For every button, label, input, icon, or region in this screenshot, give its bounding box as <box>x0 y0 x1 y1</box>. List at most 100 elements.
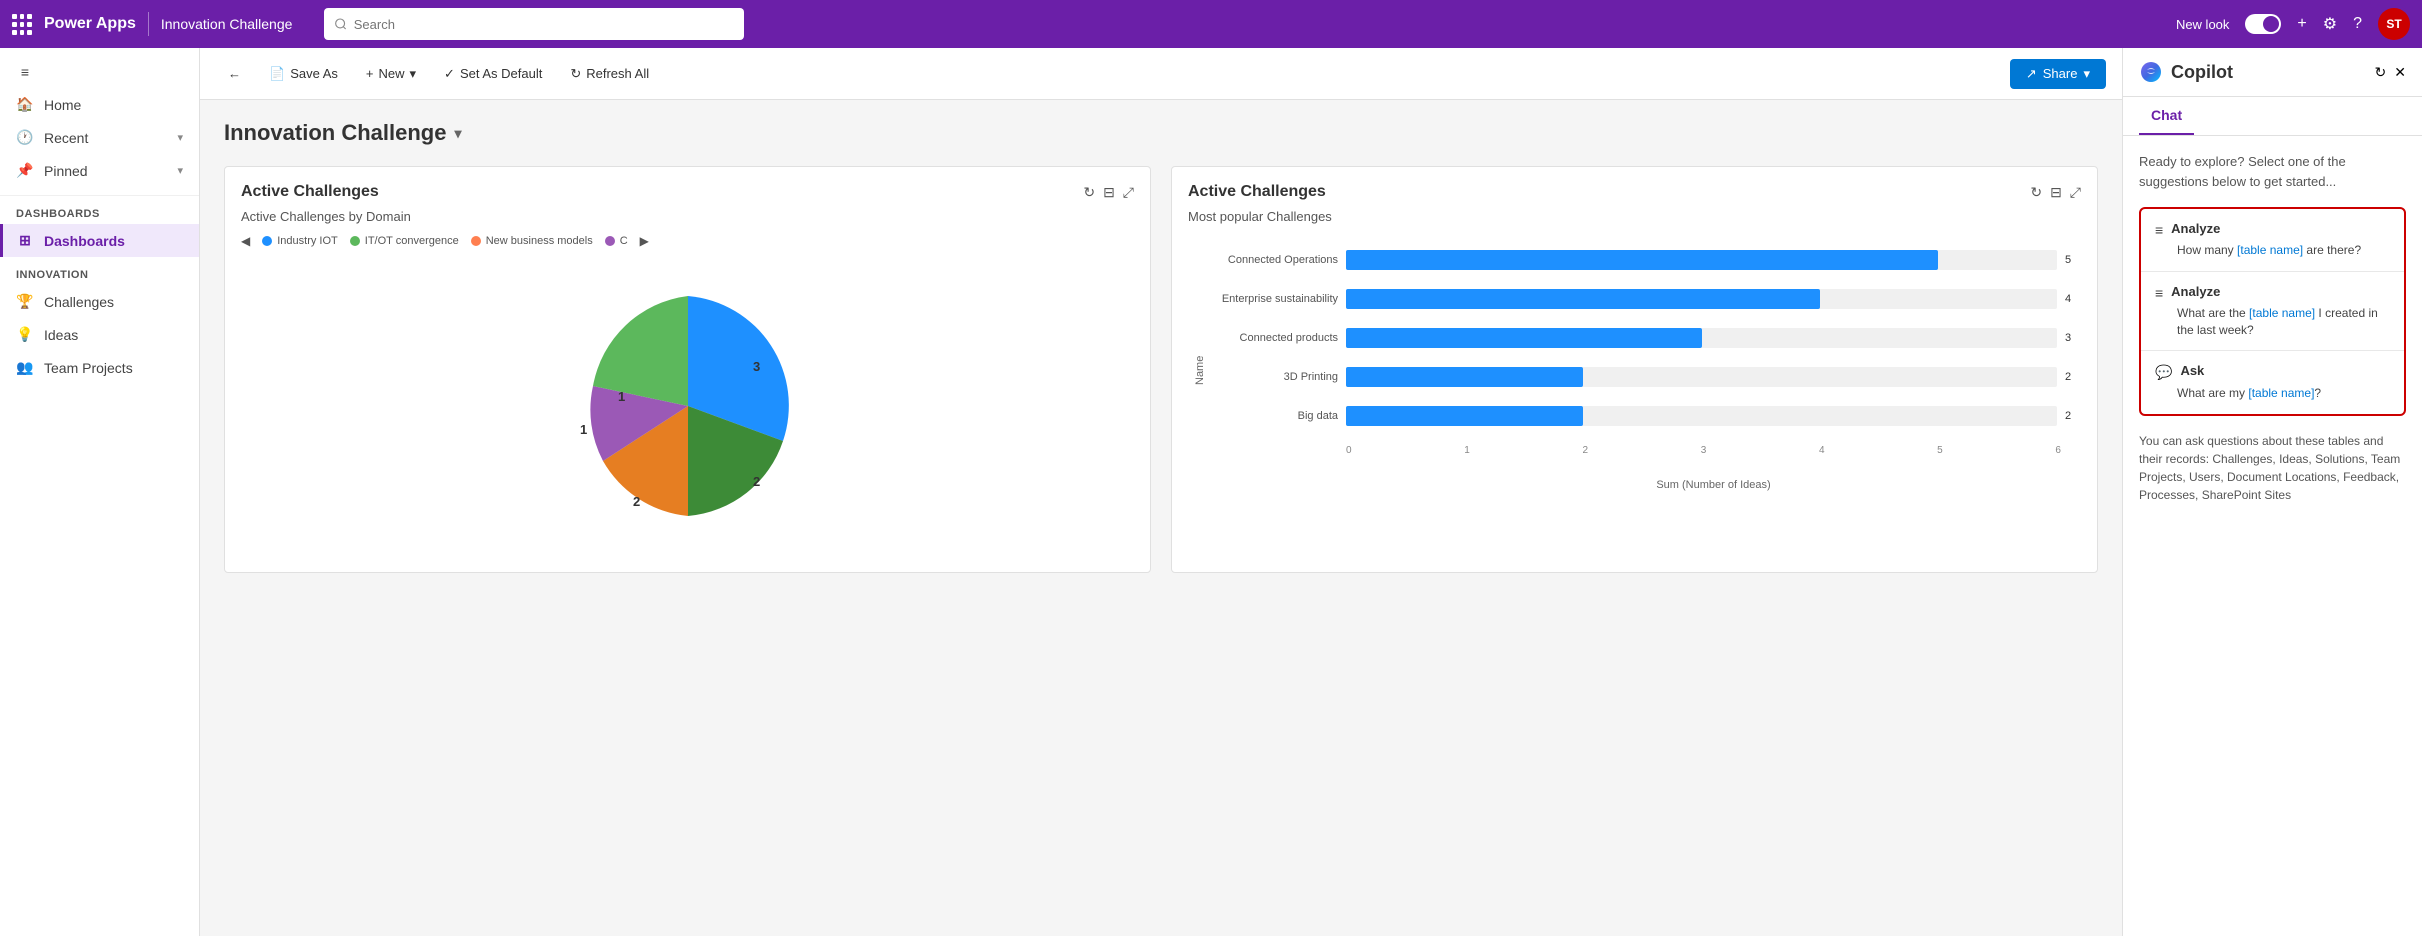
copilot-body: Ready to explore? Select one of the sugg… <box>2123 136 2422 936</box>
bar-fill-4 <box>1346 406 1583 426</box>
new-look-label: New look <box>2176 17 2229 32</box>
bar-value-0: 5 <box>2065 254 2081 266</box>
refresh-button[interactable]: ↻ Refresh All <box>558 60 661 88</box>
sidebar-home-label: Home <box>44 97 81 113</box>
ideas-icon: 💡 <box>16 326 34 343</box>
pie-card-subtitle: Active Challenges by Domain <box>241 209 1134 224</box>
sidebar-team-projects-label: Team Projects <box>44 360 133 376</box>
pie-label-1a: 1 <box>580 422 587 437</box>
sidebar-collapse[interactable]: ≡ <box>0 56 199 88</box>
suggestion-header-1: ≡ Analyze <box>2155 284 2390 301</box>
sidebar-item-challenges[interactable]: 🏆 Challenges <box>0 285 199 318</box>
bar-value-2: 3 <box>2065 332 2081 344</box>
search-input[interactable] <box>354 17 735 32</box>
bar-expand-button[interactable]: ⤢ <box>2070 184 2081 201</box>
bar-label-2: Connected products <box>1208 332 1338 344</box>
bar-card-icons: ↻ ⊟ ⤢ <box>2030 184 2081 201</box>
bar-fill-1 <box>1346 289 1820 309</box>
pie-card-title: Active Challenges <box>241 183 1083 201</box>
recent-chevron-icon: ▾ <box>177 131 183 144</box>
share-button[interactable]: ↗ Share ▾ <box>2010 59 2106 89</box>
legend-item-2: New business models <box>471 235 593 247</box>
legend-label-2: New business models <box>486 235 593 247</box>
new-look-toggle[interactable] <box>2245 14 2281 34</box>
sidebar-item-home[interactable]: 🏠 Home <box>0 88 199 121</box>
back-icon: ← <box>228 66 241 81</box>
page-content: Innovation Challenge ▾ Active Challenges… <box>200 100 2122 936</box>
copilot-header-icons: ↻ ✕ <box>2375 64 2406 81</box>
suggestion-text-1: What are the [table name] I created in t… <box>2155 305 2390 339</box>
share-icon: ↗ <box>2026 66 2037 82</box>
app-grid-icon[interactable] <box>12 14 32 34</box>
bar-card-title: Active Challenges <box>1188 183 2030 201</box>
set-default-button[interactable]: ✓ Set As Default <box>432 60 554 88</box>
bar-row-4: Big data 2 <box>1208 406 2081 426</box>
add-button[interactable]: + <box>2297 15 2306 33</box>
legend-dot-0 <box>262 236 272 246</box>
bar-row-3: 3D Printing 2 <box>1208 367 2081 387</box>
bar-refresh-button[interactable]: ↻ <box>2030 184 2042 201</box>
refresh-icon: ↻ <box>570 66 581 82</box>
main-layout: ≡ 🏠 Home 🕐 Recent ▾ 📌 Pinned ▾ Dashboard… <box>0 48 2422 936</box>
bar-label-3: 3D Printing <box>1208 371 1338 383</box>
settings-button[interactable]: ⚙ <box>2323 14 2337 34</box>
copilot-logo-icon <box>2139 60 2163 84</box>
profile-button[interactable]: ST <box>2378 8 2410 40</box>
page-title-text: Innovation Challenge <box>224 120 446 146</box>
pie-label-2: 2 <box>753 474 760 489</box>
collapse-icon: ≡ <box>16 64 34 80</box>
refresh-label: Refresh All <box>586 66 649 81</box>
bar-track-0 <box>1346 250 2057 270</box>
content-area: ← 📄 Save As + New ▾ ✓ Set As Default ↻ R… <box>200 48 2122 936</box>
pie-chart-svg: 3 2 2 1 1 <box>538 266 838 546</box>
bar-row-2: Connected products 3 <box>1208 328 2081 348</box>
x-tick-5: 5 <box>1937 445 1943 456</box>
suggestion-link-2[interactable]: [table name] <box>2248 386 2314 400</box>
pie-refresh-button[interactable]: ↻ <box>1083 184 1095 201</box>
suggestion-link-0[interactable]: [table name] <box>2237 243 2303 257</box>
legend-prev-button[interactable]: ◀ <box>241 234 250 248</box>
dashboard-row: Active Challenges ↻ ⊟ ⤢ Active Challenge… <box>224 166 2098 573</box>
sidebar-item-dashboards[interactable]: ⊞ Dashboards <box>0 224 199 257</box>
sidebar-item-ideas[interactable]: 💡 Ideas <box>0 318 199 351</box>
dashboards-icon: ⊞ <box>16 232 34 249</box>
copilot-suggestion-0[interactable]: ≡ Analyze How many [table name] are ther… <box>2141 209 2404 272</box>
copilot-tab-chat[interactable]: Chat <box>2139 97 2194 135</box>
bar-x-axis: 0 1 2 3 4 5 6 <box>1208 445 2081 456</box>
copilot-refresh-button[interactable]: ↻ <box>2375 64 2387 81</box>
copilot-suggestion-2[interactable]: 💬 Ask What are my [table name]? <box>2141 351 2404 414</box>
copilot-intro-text: Ready to explore? Select one of the sugg… <box>2139 152 2406 191</box>
back-button[interactable]: ← <box>216 60 253 87</box>
sidebar-item-team-projects[interactable]: 👥 Team Projects <box>0 351 199 384</box>
new-button[interactable]: + New ▾ <box>354 60 428 88</box>
bar-chart-subtitle: Most popular Challenges <box>1188 209 2081 224</box>
sidebar-ideas-label: Ideas <box>44 327 78 343</box>
legend-dot-2 <box>471 236 481 246</box>
x-tick-2: 2 <box>1582 445 1588 456</box>
copilot-suggestion-1[interactable]: ≡ Analyze What are the [table name] I cr… <box>2141 272 2404 352</box>
topbar-page-name: Innovation Challenge <box>161 16 293 32</box>
pie-list-button[interactable]: ⊟ <box>1103 184 1115 201</box>
suggestion-header-2: 💬 Ask <box>2155 363 2390 381</box>
bar-label-4: Big data <box>1208 410 1338 422</box>
pinned-chevron-icon: ▾ <box>177 164 183 177</box>
pie-expand-button[interactable]: ⤢ <box>1123 184 1134 201</box>
help-button[interactable]: ? <box>2353 15 2362 33</box>
bar-list-button[interactable]: ⊟ <box>2050 184 2062 201</box>
legend-next-button[interactable]: ▶ <box>640 234 649 248</box>
team-projects-icon: 👥 <box>16 359 34 376</box>
suggestion-text-before-0: How many <box>2177 243 2237 257</box>
avatar: ST <box>2378 8 2410 40</box>
sidebar-item-pinned[interactable]: 📌 Pinned ▾ <box>0 154 199 187</box>
topbar: Power Apps Innovation Challenge New look… <box>0 0 2422 48</box>
pie-chart-container: 3 2 2 1 1 <box>241 256 1134 556</box>
save-as-button[interactable]: 📄 Save As <box>257 60 350 88</box>
suggestion-link-1[interactable]: [table name] <box>2249 306 2315 320</box>
innovation-section-label: Innovation <box>0 257 199 285</box>
suggestion-header-0: ≡ Analyze <box>2155 221 2390 238</box>
bar-track-3 <box>1346 367 2057 387</box>
share-chevron-icon: ▾ <box>2083 66 2090 82</box>
sidebar-item-recent[interactable]: 🕐 Recent ▾ <box>0 121 199 154</box>
copilot-close-button[interactable]: ✕ <box>2394 64 2406 81</box>
x-tick-4: 4 <box>1819 445 1825 456</box>
